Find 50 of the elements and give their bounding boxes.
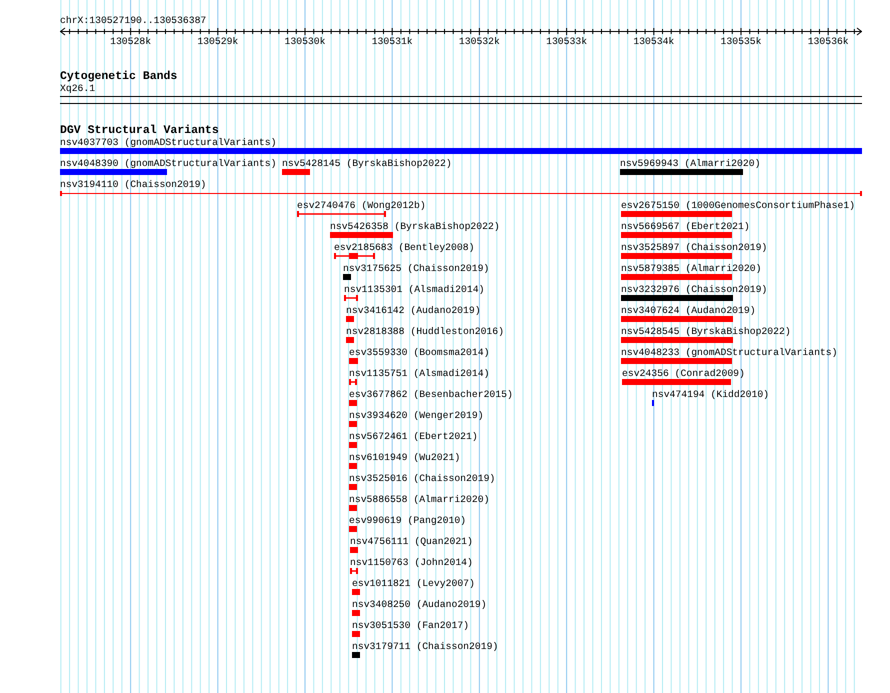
feature-label: nsv3408250 (Audano2019): [352, 599, 487, 610]
feature-label: nsv3194110 (Chaisson2019): [60, 179, 206, 190]
feature-label: esv990619 (Pang2010): [349, 515, 466, 526]
track-title: DGV Structural Variants: [60, 124, 220, 137]
feature-label: nsv3051530 (Fan2017): [352, 620, 470, 631]
feature-label: nsv4037703 (gnomADStructuralVariants): [60, 137, 276, 148]
feature-label: esv2675150 (1000GenomesConsortiumPhase1): [621, 200, 856, 211]
feature-label: esv2740476 (Wong2012b): [297, 200, 426, 211]
feature-label: nsv1135301 (Alsmadi2014): [344, 284, 484, 295]
feature-label: esv1011821 (Levy2007): [352, 578, 475, 589]
feature-label: nsv3179711 (Chaisson2019): [352, 641, 498, 652]
feature-label: nsv474194 (Kidd2010): [652, 389, 770, 400]
feature-label: nsv5428545 (ByrskaBishop2022): [621, 326, 791, 337]
feature-label: nsv5969943 (Almarri2020): [620, 158, 760, 169]
feature-label: nsv5879385 (Almarri2020): [621, 263, 762, 274]
tick-label: 130533k: [546, 36, 588, 48]
location-label: chrX:130527190..130536387: [60, 15, 208, 27]
feature-label: nsv3416142 (Audano2019): [346, 305, 481, 316]
tick-label: 130535k: [720, 36, 762, 48]
feature-label: nsv1150763 (John2014): [350, 557, 473, 568]
feature-label: nsv6101949 (Wu2021): [349, 452, 460, 463]
tick-label: 130536k: [808, 36, 849, 48]
tick-label: 130531k: [372, 36, 413, 48]
feature-label: nsv5426358 (ByrskaBishop2022): [330, 221, 500, 232]
feature-label: esv24356 (Conrad2009): [622, 368, 745, 379]
feature-label: nsv4756111 (Quan2021): [350, 536, 473, 547]
feature-label: nsv5886558 (Almarri2020): [349, 494, 490, 505]
feature-label: nsv3175625 (Chaisson2019): [343, 263, 490, 274]
tick-label: 130528k: [110, 36, 152, 48]
tick-label: 130534k: [633, 36, 674, 48]
feature-label: esv2185683 (Bentley2008): [334, 242, 474, 253]
feature-label: nsv5428145 (ByrskaBishop2022): [282, 158, 452, 169]
band-label: Xq26.1: [60, 83, 96, 95]
feature-label: esv3677862 (Besenbacher2015): [349, 389, 513, 400]
feature-label: nsv5672461 (Ebert2021): [349, 431, 478, 442]
feature-label: nsv4048233 (gnomADStructuralVariants): [621, 347, 838, 358]
tick-label: 130530k: [284, 36, 326, 48]
tick-label: 130532k: [458, 36, 500, 48]
track-title: Cytogenetic Bands: [60, 70, 178, 83]
feature-label: nsv3525897 (Chaisson2019): [621, 242, 768, 253]
feature-label: esv3559330 (Boomsma2014): [349, 347, 490, 358]
tick-label: 130529k: [197, 36, 238, 48]
feature-label: nsv3934620 (Wenger2019): [349, 410, 484, 421]
feature-label: nsv3525016 (Chaisson2019): [349, 473, 496, 484]
feature-label: nsv1135751 (Alsmadi2014): [349, 368, 490, 379]
feature-label: nsv2818388 (Huddleston2016): [346, 326, 504, 337]
feature-label: nsv3232976 (Chaisson2019): [621, 284, 768, 295]
feature-label: nsv3407624 (Audano2019): [621, 305, 756, 316]
feature-label: nsv5669567 (Ebert2021): [621, 221, 750, 232]
feature-label: nsv4048390 (gnomADStructuralVariants): [60, 158, 276, 169]
